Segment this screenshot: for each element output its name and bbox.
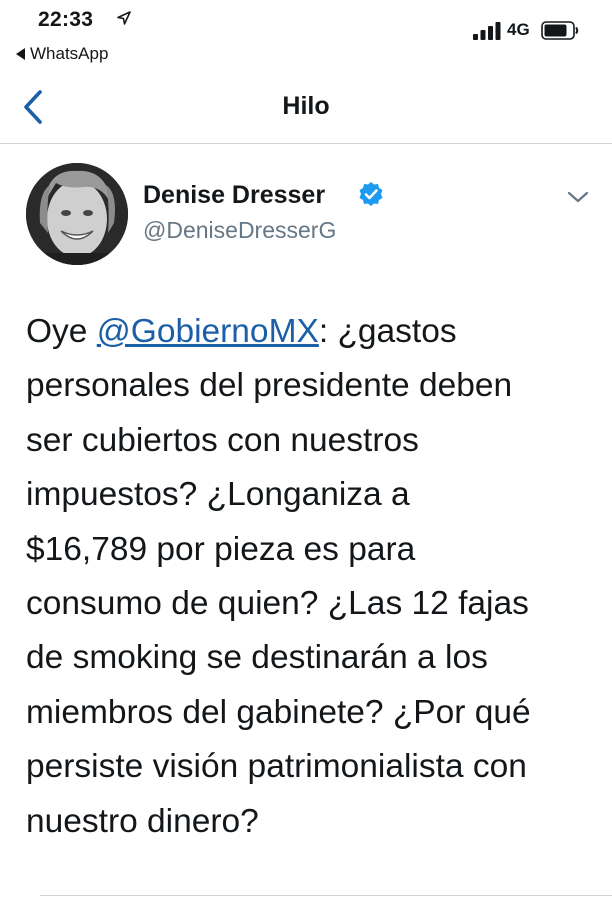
tweet-line: nuestro dinero? [26,802,259,840]
tweet-line: Oye @GobiernoMX: ¿gastos [26,305,606,359]
tweet-line: miembros del gabinete? ¿Por qué [26,693,531,731]
tweet-line: impuestos? ¿Longaniza a [26,476,410,514]
verified-badge-icon [359,182,383,206]
back-to-app-link[interactable]: WhatsApp [16,44,108,64]
back-app-label: WhatsApp [30,44,109,63]
tweet: Denise Dresser @DeniseDresserG Oye @Gobi… [0,145,612,900]
tweet-line: de smoking se destinarán a los [26,639,488,677]
tweet-line: persiste visión patrimonialista con [26,748,527,786]
status-time: 22:33 [38,8,94,31]
tweet-text-segment: Oye [26,313,97,350]
back-triangle-icon [16,48,25,60]
mention-link[interactable]: @GobiernoMX [97,313,319,350]
battery-icon [541,21,579,40]
tweet-text: Oye @GobiernoMX: ¿gastos personales del … [26,305,606,849]
page-title: Hilo [282,92,330,120]
tweet-line: personales del presidente deben [26,367,513,405]
navigation-bar: Hilo [0,70,612,144]
avatar[interactable] [26,163,128,265]
tweet-text-segment: : ¿gastos [318,313,457,350]
tweet-line: consumo de quien? ¿Las 12 fajas [26,585,529,623]
author-name[interactable]: Denise Dresser [143,181,325,210]
divider [40,895,612,896]
location-arrow-icon [117,11,131,25]
tweet-line: $16,789 por pieza es para [26,530,416,568]
author-handle[interactable]: @DeniseDresserG [143,217,336,244]
chevron-down-icon[interactable] [566,189,590,205]
tweet-line: ser cubiertos con nuestros [26,421,419,459]
network-type: 4G [507,20,530,39]
status-bar: 22:33 WhatsApp 4G [0,0,612,70]
cellular-signal-icon [473,22,501,40]
